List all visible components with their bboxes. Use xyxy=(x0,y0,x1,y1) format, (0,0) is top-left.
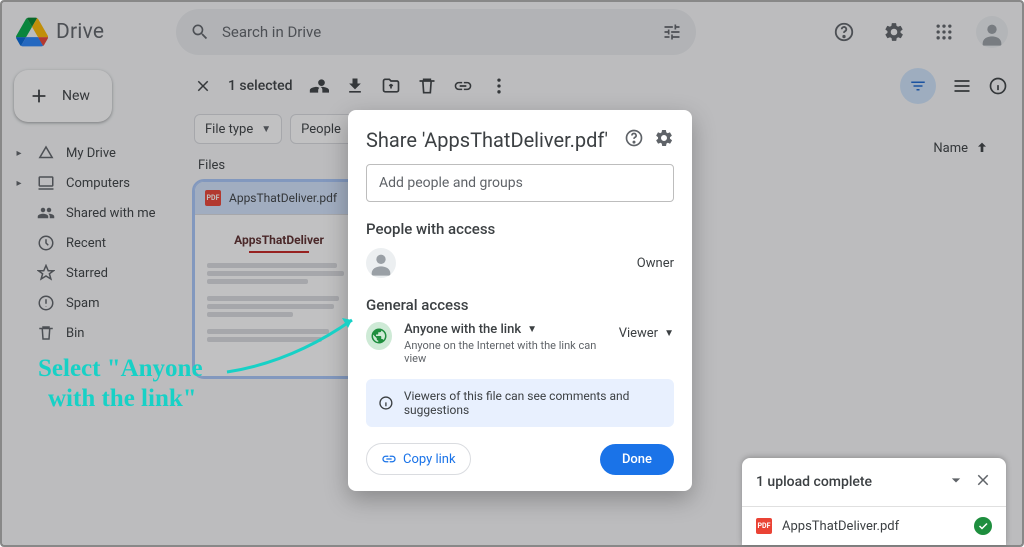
access-dropdown[interactable]: Anyone with the link▼ xyxy=(404,322,607,337)
toast-file-row[interactable]: PDF AppsThatDeliver.pdf xyxy=(742,507,1006,545)
owner-avatar xyxy=(366,248,396,278)
upload-toast: 1 upload complete PDF AppsThatDeliver.pd… xyxy=(742,458,1006,545)
toast-close-button[interactable] xyxy=(974,471,992,493)
share-dialog: Share 'AppsThatDeliver.pdf' Add people a… xyxy=(348,110,692,491)
info-icon xyxy=(378,394,394,412)
done-button[interactable]: Done xyxy=(600,444,674,475)
general-access-header: General access xyxy=(366,296,674,314)
success-icon xyxy=(974,517,992,535)
toast-file-name: AppsThatDeliver.pdf xyxy=(782,519,899,534)
pdf-icon: PDF xyxy=(756,518,772,534)
owner-role: Owner xyxy=(637,256,674,271)
info-banner: Viewers of this file can see comments an… xyxy=(366,379,674,427)
dialog-title: Share 'AppsThatDeliver.pdf' xyxy=(366,128,614,152)
dialog-settings-icon[interactable] xyxy=(654,128,674,152)
add-people-input[interactable]: Add people and groups xyxy=(366,164,674,202)
toast-title: 1 upload complete xyxy=(756,474,872,490)
access-description: Anyone on the Internet with the link can… xyxy=(404,339,607,365)
toast-collapse-button[interactable] xyxy=(946,470,966,494)
link-icon xyxy=(381,451,397,467)
annotation-text: Select "Anyone with the link" xyxy=(38,354,203,414)
owner-row: Owner xyxy=(366,248,674,278)
public-icon xyxy=(366,322,392,350)
dialog-help-icon[interactable] xyxy=(624,128,644,152)
people-section-header: People with access xyxy=(366,220,674,238)
copy-link-button[interactable]: Copy link xyxy=(366,443,471,475)
role-dropdown[interactable]: Viewer▼ xyxy=(619,322,674,341)
